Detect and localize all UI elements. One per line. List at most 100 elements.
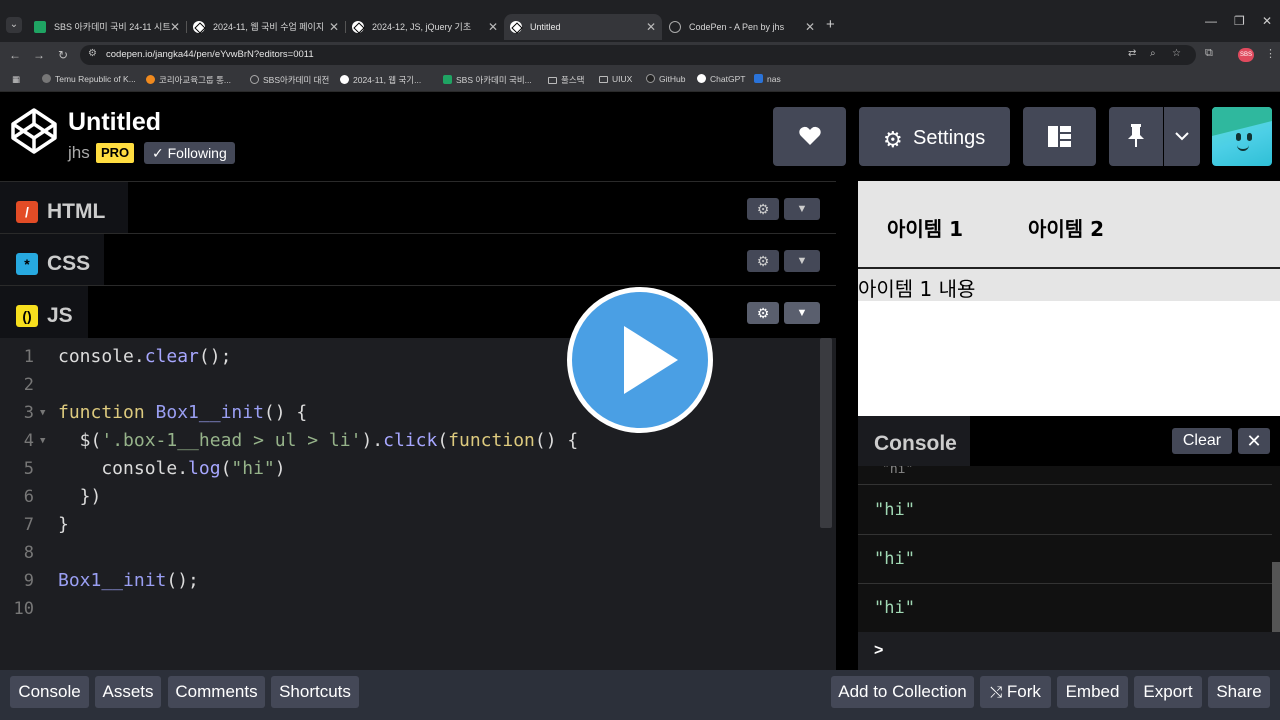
- fold-arrow-icon[interactable]: ▼: [40, 427, 45, 455]
- menu-kebab-icon[interactable]: ⋮: [1265, 47, 1276, 60]
- share-button[interactable]: Share: [1208, 676, 1270, 708]
- sheets-icon: [443, 75, 452, 84]
- love-button[interactable]: [773, 107, 846, 166]
- js-code-editor[interactable]: 1 console.clear(); 2 3 ▼ function Box1__…: [0, 338, 836, 670]
- forward-icon[interactable]: →: [31, 47, 47, 63]
- css-settings-gear-icon[interactable]: ⚙: [747, 250, 779, 272]
- console-scrollbar[interactable]: [1272, 562, 1280, 632]
- settings-button[interactable]: ⚙ Settings: [859, 107, 1010, 166]
- bookmark-label: 코리아교육그룹 통...: [159, 75, 232, 85]
- codepen-icon: [193, 21, 205, 33]
- bookmark-sbs-sheet[interactable]: SBS 아카데미 국비...: [443, 74, 532, 86]
- code-line: 10: [0, 595, 820, 623]
- close-tab-icon[interactable]: ✕: [646, 14, 656, 40]
- pen-author[interactable]: jhs: [68, 143, 90, 163]
- bookmark-chatgpt[interactable]: ChatGPT: [697, 74, 745, 84]
- js-chevron-down-icon[interactable]: ▼: [784, 302, 820, 324]
- tab-untitled[interactable]: Untitled ✕: [504, 14, 662, 40]
- footer-assets-button[interactable]: Assets: [95, 676, 161, 708]
- tab-codepen-pen[interactable]: CodePen - A Pen by jhs ✕: [663, 14, 821, 40]
- bookmark-label: SBS아카데미 대전: [263, 75, 330, 85]
- temu-icon: [42, 74, 51, 83]
- bookmark-temu[interactable]: Temu Republic of K...: [42, 74, 136, 84]
- restore-icon[interactable]: ❐: [1234, 14, 1245, 28]
- css-editor-tab[interactable]: * CSS: [0, 234, 104, 286]
- codepen-footer: Console Assets Comments Shortcuts Add to…: [0, 670, 1280, 720]
- codepen-icon: [510, 21, 522, 33]
- gear-icon: ⚙: [883, 127, 903, 152]
- tab-js-jquery[interactable]: 2024-12, JS, jQuery 기초 ✕: [346, 14, 504, 40]
- url-text: codepen.io/jangka44/pen/eYvwBrN?editors=…: [106, 49, 314, 60]
- console-close-icon[interactable]: ✕: [1238, 428, 1270, 454]
- html-editor-tab[interactable]: / HTML: [0, 182, 128, 234]
- translate-icon[interactable]: ⇄: [1128, 48, 1136, 59]
- js-editor-tab[interactable]: () JS: [0, 286, 88, 338]
- close-tab-icon[interactable]: ✕: [488, 14, 498, 40]
- pen-title[interactable]: Untitled: [68, 108, 161, 137]
- back-icon[interactable]: ←: [7, 47, 23, 63]
- pin-button[interactable]: [1109, 107, 1163, 166]
- window-close-icon[interactable]: ✕: [1262, 14, 1272, 28]
- user-avatar[interactable]: [1212, 107, 1272, 166]
- line-number: 9: [23, 571, 34, 591]
- video-play-button[interactable]: [567, 287, 713, 433]
- pin-dropdown-button[interactable]: [1164, 107, 1200, 166]
- reload-icon[interactable]: ↻: [55, 47, 71, 63]
- fork-label: Fork: [1006, 682, 1041, 701]
- tab-sbs-sheet[interactable]: SBS 아카데미 국비 24-11 시트 ✕: [28, 14, 186, 40]
- profile-avatar[interactable]: SBS: [1238, 48, 1254, 62]
- preview-item-1[interactable]: 아이템 1: [887, 213, 963, 242]
- bookmark-web-class[interactable]: 2024-11, 웹 국기...: [340, 74, 421, 86]
- bookmark-folder-fullstack[interactable]: 풀스택: [548, 74, 584, 86]
- bookmark-sbs-daejeon[interactable]: SBS아카데미 대전: [250, 74, 329, 86]
- line-number: 2: [23, 375, 34, 395]
- bookmark-star-icon[interactable]: ☆: [1172, 48, 1181, 59]
- zoom-icon[interactable]: ⌕: [1150, 48, 1156, 59]
- fold-arrow-icon[interactable]: ▼: [40, 399, 45, 427]
- close-tab-icon[interactable]: ✕: [329, 14, 339, 40]
- editor-scrollbar[interactable]: [820, 338, 832, 528]
- minimize-icon[interactable]: —: [1205, 14, 1217, 28]
- chatgpt-icon: [697, 74, 706, 83]
- codepen-logo-icon[interactable]: [10, 107, 58, 155]
- css-label: CSS: [47, 252, 91, 275]
- console-input[interactable]: >: [858, 632, 1280, 670]
- export-button[interactable]: Export: [1134, 676, 1202, 708]
- add-to-collection-button[interactable]: Add to Collection: [831, 676, 974, 708]
- close-tab-icon[interactable]: ✕: [805, 14, 815, 40]
- console-clear-button[interactable]: Clear: [1172, 428, 1232, 454]
- site-info-icon[interactable]: ⚙: [88, 48, 97, 59]
- apps-grid-icon[interactable]: ▦: [12, 74, 20, 85]
- bookmark-github[interactable]: GitHub: [646, 74, 685, 84]
- css-editor-header[interactable]: * CSS ⚙ ▼: [0, 233, 836, 286]
- css-chevron-down-icon[interactable]: ▼: [784, 250, 820, 272]
- html-editor-header[interactable]: / HTML ⚙ ▼: [0, 181, 836, 234]
- console-header: Console Clear ✕: [858, 416, 1280, 466]
- bookmark-korea-edu[interactable]: 코리아교육그룹 통...: [146, 74, 231, 86]
- extensions-icon[interactable]: ⧉: [1205, 47, 1213, 60]
- fork-button[interactable]: ⤭ Fork: [980, 676, 1051, 708]
- bookmark-folder-uiux[interactable]: UIUX: [599, 74, 632, 84]
- js-editor-header[interactable]: () JS ⚙ ▼: [0, 285, 836, 338]
- html-settings-gear-icon[interactable]: ⚙: [747, 198, 779, 220]
- change-view-button[interactable]: [1023, 107, 1096, 166]
- tab-web-class[interactable]: 2024-11, 웹 국비 수업 페이지 ✕: [187, 14, 345, 40]
- footer-console-button[interactable]: Console: [10, 676, 89, 708]
- bookmark-nas[interactable]: nas: [754, 74, 781, 84]
- new-tab-icon[interactable]: +: [826, 17, 835, 33]
- footer-shortcuts-button[interactable]: Shortcuts: [271, 676, 359, 708]
- preview-item-2[interactable]: 아이템 2: [1028, 213, 1104, 242]
- following-button[interactable]: ✓ Following: [144, 142, 235, 164]
- address-bar[interactable]: ⚙ codepen.io/jangka44/pen/eYvwBrN?editor…: [80, 45, 1196, 65]
- embed-button[interactable]: Embed: [1057, 676, 1128, 708]
- close-tab-icon[interactable]: ✕: [170, 14, 180, 40]
- console-log-text: "hi": [882, 466, 914, 477]
- footer-comments-button[interactable]: Comments: [168, 676, 265, 708]
- sheets-icon: [34, 21, 46, 33]
- tab-search-icon[interactable]: ⌄: [6, 17, 22, 33]
- pro-badge: PRO: [96, 143, 135, 163]
- pin-icon: [1128, 124, 1144, 147]
- code-line: 4 ▼ $('.box-1__head > ul > li').click(fu…: [0, 427, 820, 455]
- js-settings-gear-icon[interactable]: ⚙: [747, 302, 779, 324]
- html-chevron-down-icon[interactable]: ▼: [784, 198, 820, 220]
